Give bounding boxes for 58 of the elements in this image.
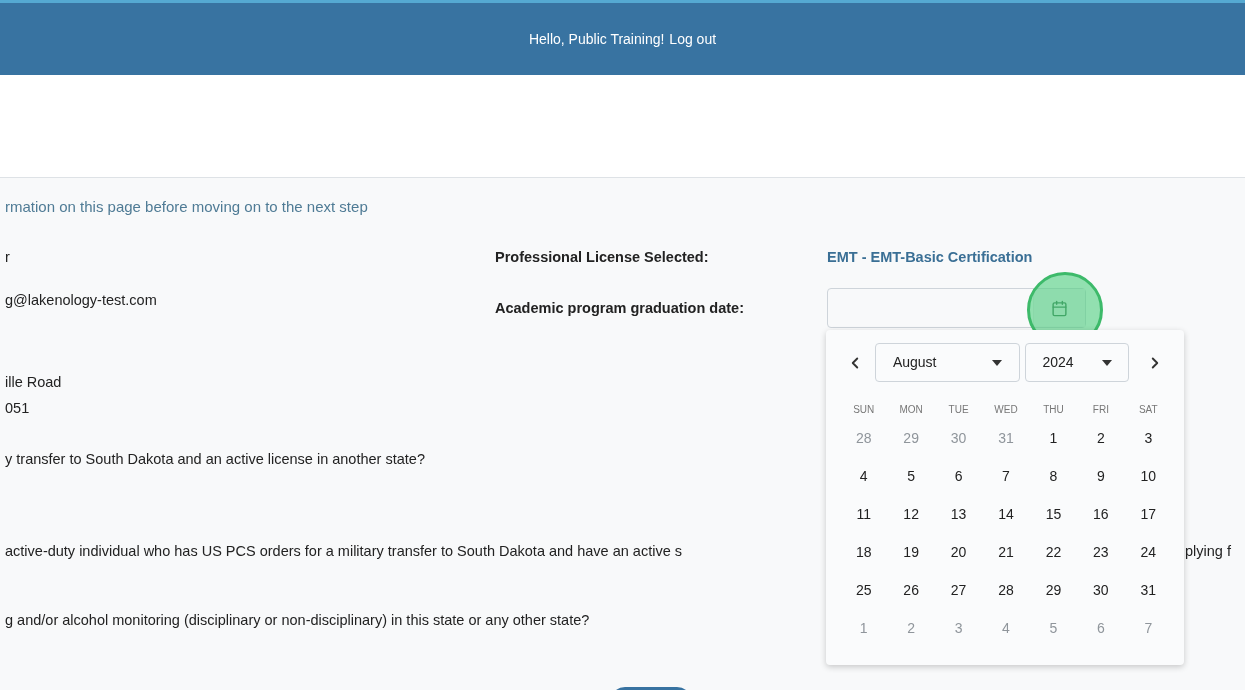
- calendar-day[interactable]: 19: [903, 541, 919, 563]
- email-text: g@lakenology-test.com: [5, 291, 158, 310]
- calendar-day[interactable]: 22: [1045, 541, 1062, 563]
- calendar-day[interactable]: 26: [903, 579, 919, 601]
- calendar-day[interactable]: 2: [1096, 427, 1105, 449]
- calendar-day[interactable]: 25: [855, 579, 872, 601]
- calendar-day[interactable]: 20: [950, 541, 967, 563]
- weekday-label: THU: [1043, 402, 1064, 417]
- calendar-day[interactable]: 5: [907, 465, 916, 487]
- license-value: EMT - EMT-Basic Certification: [827, 248, 1034, 267]
- name-text: r: [5, 248, 11, 267]
- question-text: plying f: [1185, 542, 1231, 561]
- calendar-day[interactable]: 24: [1140, 541, 1157, 563]
- calendar-day[interactable]: 6: [954, 465, 963, 487]
- caret-icon: [992, 359, 1003, 366]
- calendar-icon: [1051, 299, 1068, 317]
- calendar-day[interactable]: 7: [1002, 465, 1010, 487]
- calendar-day[interactable]: 21: [998, 541, 1014, 563]
- month-select[interactable]: August: [874, 343, 1021, 382]
- calendar-day[interactable]: 15: [1045, 503, 1062, 525]
- calendar-day[interactable]: 12: [903, 503, 919, 525]
- question-text: y transfer to South Dakota and an active license in another state?: [5, 450, 425, 469]
- weekday-label: WED: [994, 402, 1018, 417]
- calendar-day[interactable]: 31: [1140, 579, 1157, 601]
- date-field[interactable]: [827, 288, 1086, 328]
- calendar-day[interactable]: 10: [1140, 465, 1157, 487]
- address-line: 051: [5, 399, 30, 418]
- calendar-day[interactable]: 4: [859, 465, 868, 487]
- question-text: g and/or alcohol monitoring (disciplinary or non-disciplinary) in this state or any other state?: [5, 611, 590, 630]
- calendar-day[interactable]: 1: [1049, 427, 1058, 449]
- calendar-day[interactable]: 14: [998, 503, 1014, 525]
- weekday-label: SUN: [853, 402, 875, 417]
- year-select[interactable]: 2024: [1025, 343, 1130, 382]
- intro-text: rmation on this page before moving on to the next step: [5, 197, 369, 217]
- weekday-label: MON: [899, 402, 923, 417]
- calendar-day[interactable]: 17: [1140, 503, 1157, 525]
- question-text: active-duty individual who has US PCS orders for a military transfer to South Dakota and have an active s: [5, 542, 682, 561]
- calendar-day[interactable]: 13: [950, 503, 967, 525]
- calendar-day[interactable]: 11: [856, 503, 871, 525]
- calendar-day[interactable]: 29: [1045, 579, 1062, 601]
- address-line: ille Road: [5, 373, 62, 392]
- calendar-day[interactable]: 9: [1096, 465, 1105, 487]
- license-label: Professional License Selected:: [495, 248, 710, 267]
- greeting-text: Hello, Public Training!: [528, 29, 665, 49]
- weekday-label: SAT: [1138, 402, 1158, 417]
- logout-link[interactable]: Log out: [669, 28, 717, 50]
- calendar-day[interactable]: 16: [1093, 503, 1109, 525]
- calendar-day[interactable]: 3: [1144, 427, 1153, 449]
- calendar-day[interactable]: 23: [1093, 541, 1109, 563]
- calendar-day[interactable]: 28: [998, 579, 1014, 601]
- calendar-day[interactable]: 18: [855, 541, 872, 563]
- calendar-day[interactable]: 27: [950, 579, 967, 601]
- calendar-day[interactable]: 30: [1093, 579, 1109, 601]
- weekday-label: FRI: [1092, 402, 1109, 417]
- weekday-label: TUE: [948, 402, 969, 417]
- date-label: Academic program graduation date:: [495, 299, 745, 318]
- calendar-day[interactable]: 8: [1049, 465, 1058, 487]
- caret-icon: [1102, 359, 1113, 366]
